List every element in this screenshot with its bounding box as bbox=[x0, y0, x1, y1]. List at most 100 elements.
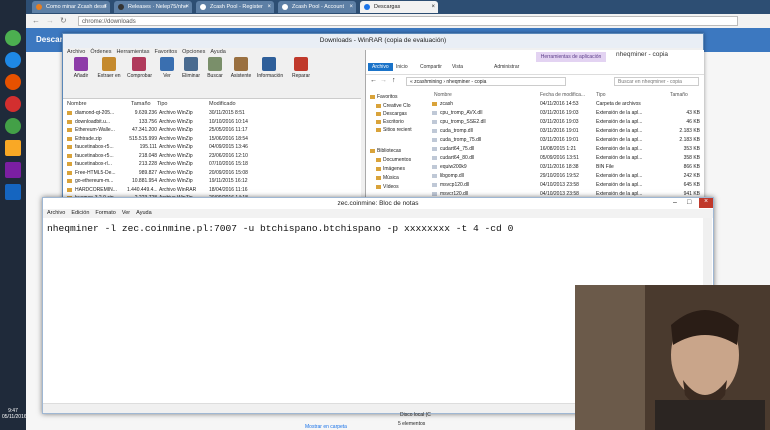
reload-icon[interactable]: ↻ bbox=[60, 16, 67, 25]
menu-ayuda[interactable]: Ayuda bbox=[210, 49, 226, 55]
info-button[interactable]: Información bbox=[257, 57, 283, 79]
close-icon[interactable]: × bbox=[103, 1, 107, 13]
notepad-taskbar-icon[interactable] bbox=[5, 184, 21, 200]
search-input[interactable]: Buscar en nheqminer - copia bbox=[614, 77, 699, 86]
menu-edicion[interactable]: Edición bbox=[71, 210, 89, 216]
tab-share[interactable]: Compartir bbox=[420, 64, 442, 70]
tab-2[interactable]: Releases · Nelep75/nhe × bbox=[114, 1, 192, 13]
address-path[interactable]: « zcashmining › nheqminer - copia bbox=[406, 77, 566, 86]
forward-icon[interactable]: → bbox=[380, 77, 387, 84]
tab-view[interactable]: Vista bbox=[452, 64, 463, 70]
close-icon[interactable]: × bbox=[185, 1, 189, 13]
close-icon[interactable]: × bbox=[431, 1, 435, 13]
delete-button[interactable]: Eliminar bbox=[179, 57, 203, 79]
archive-row[interactable]: faucetinabox-r5... 218.048 Archivo WinZip 2… bbox=[63, 152, 361, 160]
file-row[interactable]: libgomp.dll 29/10/2016 19:52 Extensión de … bbox=[430, 172, 704, 180]
sidebar-item[interactable]: Sitios recient bbox=[376, 127, 412, 133]
winrar-taskbar-icon[interactable] bbox=[5, 162, 21, 178]
file-row[interactable]: cpu_tromp_SSE2.dll 03/11/2016 19:03 Extens… bbox=[430, 118, 704, 126]
menu-opciones[interactable]: Opciones bbox=[182, 49, 205, 55]
sidebar-item[interactable]: Documentos bbox=[376, 157, 411, 163]
file-row[interactable]: cudart64_80.dll 05/09/2016 13:51 Extensión… bbox=[430, 154, 704, 162]
column-name[interactable]: Nombre bbox=[67, 101, 87, 107]
tab-app-tools[interactable]: Herramientas de aplicación bbox=[536, 52, 606, 62]
close-icon[interactable]: × bbox=[349, 1, 353, 13]
notepad-titlebar[interactable]: zec.coinmine: Bloc de notas bbox=[43, 198, 713, 209]
column-modified[interactable]: Modificado bbox=[209, 101, 236, 107]
tab-3[interactable]: Zcash Pool - Register × bbox=[196, 1, 274, 13]
sidebar-item[interactable]: Descargas bbox=[376, 111, 407, 117]
tab-home[interactable]: Inicio bbox=[396, 64, 408, 70]
forward-icon[interactable]: → bbox=[46, 16, 54, 25]
file-row[interactable]: equiw200k9 03/11/2016 18:38 BIN File 866 KB bbox=[430, 163, 704, 171]
sidebar-item[interactable]: Imágenes bbox=[376, 166, 405, 172]
archive-row[interactable]: Ethtrade.zip 515.515.999 Archivo WinZip 15/… bbox=[63, 135, 361, 143]
close-icon[interactable]: × bbox=[699, 198, 713, 208]
archive-row[interactable]: go-ethereum-m... 10.881.954 Archivo WinZip… bbox=[63, 177, 361, 185]
up-icon[interactable]: ↑ bbox=[392, 77, 396, 84]
file-row[interactable]: msvcp120.dll 04/10/2013 23:58 Extensión de… bbox=[430, 181, 704, 189]
back-icon[interactable]: ← bbox=[32, 16, 40, 25]
winrar-titlebar[interactable]: Downloads - WinRAR (copia de evaluación) bbox=[63, 34, 703, 48]
column-type[interactable]: Tipo bbox=[596, 92, 606, 98]
menu-ver[interactable]: Ver bbox=[122, 210, 130, 216]
disk-selector[interactable]: Disco local (C bbox=[400, 412, 431, 418]
tab-file[interactable]: Archivo bbox=[368, 63, 393, 71]
show-in-folder-link[interactable]: Mostrar en carpeta bbox=[305, 424, 347, 430]
file-row[interactable]: cuda_tromp.dll 03/11/2016 19:01 Extensión … bbox=[430, 127, 704, 135]
ie-taskbar-icon[interactable] bbox=[5, 52, 21, 68]
column-date[interactable]: Fecha de modifica... bbox=[540, 92, 585, 98]
file-row[interactable]: zcash 04/11/2016 14:53 Carpeta de archivos bbox=[430, 100, 704, 108]
archive-row[interactable]: Ethereum-Walle... 47.341.200 Archivo WinZi… bbox=[63, 126, 361, 134]
sidebar-item[interactable]: Escritorio bbox=[376, 119, 404, 125]
archive-row[interactable]: faucetinabox-rl... 213.228 Archivo WinZip 0… bbox=[63, 160, 361, 168]
add-button[interactable]: Añadir bbox=[69, 57, 93, 79]
close-icon[interactable]: × bbox=[267, 1, 271, 13]
firefox-taskbar-icon[interactable] bbox=[5, 74, 21, 90]
menu-favoritos[interactable]: Favoritos bbox=[154, 49, 177, 55]
sidebar-item[interactable]: Bibliotecas bbox=[370, 148, 401, 154]
app-taskbar-icon[interactable] bbox=[5, 118, 21, 134]
extract-button[interactable]: Extraer en bbox=[97, 57, 121, 79]
menu-ayuda[interactable]: Ayuda bbox=[136, 210, 152, 216]
notepad-text-area[interactable]: nheqminer -l zec.coinmine.pl:7007 -u btc… bbox=[47, 223, 513, 234]
menu-archivo[interactable]: Archivo bbox=[67, 49, 85, 55]
archive-row[interactable]: faucetinabox-r5... 195.111 Archivo WinZip 0… bbox=[63, 143, 361, 151]
menu-formato[interactable]: Formato bbox=[95, 210, 115, 216]
menu-ordenes[interactable]: Órdenes bbox=[90, 49, 111, 55]
back-icon[interactable]: ← bbox=[370, 77, 377, 84]
folder-taskbar-icon[interactable] bbox=[5, 140, 21, 156]
column-name[interactable]: Nombre bbox=[434, 92, 452, 98]
file-row[interactable]: cudart64_75.dll 16/08/2015 1:21 Extensión … bbox=[430, 145, 704, 153]
chrome-taskbar-icon[interactable] bbox=[5, 30, 21, 46]
column-size[interactable]: Tamaño bbox=[670, 92, 688, 98]
sidebar-item[interactable]: Música bbox=[376, 175, 399, 181]
test-button[interactable]: Comprobar bbox=[127, 57, 152, 79]
tab-1[interactable]: Como minar Zcash desd × bbox=[32, 1, 110, 13]
sidebar-item[interactable]: Creative Clo bbox=[376, 103, 411, 109]
archive-row[interactable]: diamond-qt-205... 9.639.236 Archivo WinZip… bbox=[63, 109, 361, 117]
find-button[interactable]: Buscar bbox=[203, 57, 227, 79]
tab-5[interactable]: Descargas × bbox=[360, 1, 438, 13]
address-bar[interactable]: chrome://downloads bbox=[78, 16, 738, 26]
tab-manage[interactable]: Administrar bbox=[494, 64, 519, 70]
sidebar-item[interactable]: Vídeos bbox=[376, 184, 399, 190]
minimize-icon[interactable]: – bbox=[673, 199, 677, 206]
taskbar-clock[interactable]: 9:47 05/11/2016 bbox=[2, 408, 27, 420]
sidebar-item[interactable]: Favoritos bbox=[370, 94, 398, 100]
menu-herramientas[interactable]: Herramientas bbox=[116, 49, 149, 55]
file-row[interactable]: cuda_tromp_75.dll 03/11/2016 19:01 Extensi… bbox=[430, 136, 704, 144]
opera-taskbar-icon[interactable] bbox=[5, 96, 21, 112]
menu-archivo[interactable]: Archivo bbox=[47, 210, 65, 216]
file-row[interactable]: cpu_tromp_AVX.dll 03/11/2016 19:03 Extensi… bbox=[430, 109, 704, 117]
wizard-button[interactable]: Asistente bbox=[229, 57, 253, 79]
column-size[interactable]: Tamaño bbox=[131, 101, 151, 107]
tab-4[interactable]: Zcash Pool - Account × bbox=[278, 1, 356, 13]
archive-row[interactable]: Free-HTML5-De... 989.827 Archivo WinZip 20/… bbox=[63, 169, 361, 177]
archive-row[interactable]: HARDCOREMIN... 1.440.449.4... Archivo WinR… bbox=[63, 186, 361, 194]
maximize-icon[interactable]: □ bbox=[687, 199, 691, 206]
repair-button[interactable]: Reparar bbox=[289, 57, 313, 79]
column-type[interactable]: Tipo bbox=[157, 101, 168, 107]
archive-row[interactable]: downloadbit.u... 133.756 Archivo WinZip 10/… bbox=[63, 118, 361, 126]
view-button[interactable]: Ver bbox=[155, 57, 179, 79]
